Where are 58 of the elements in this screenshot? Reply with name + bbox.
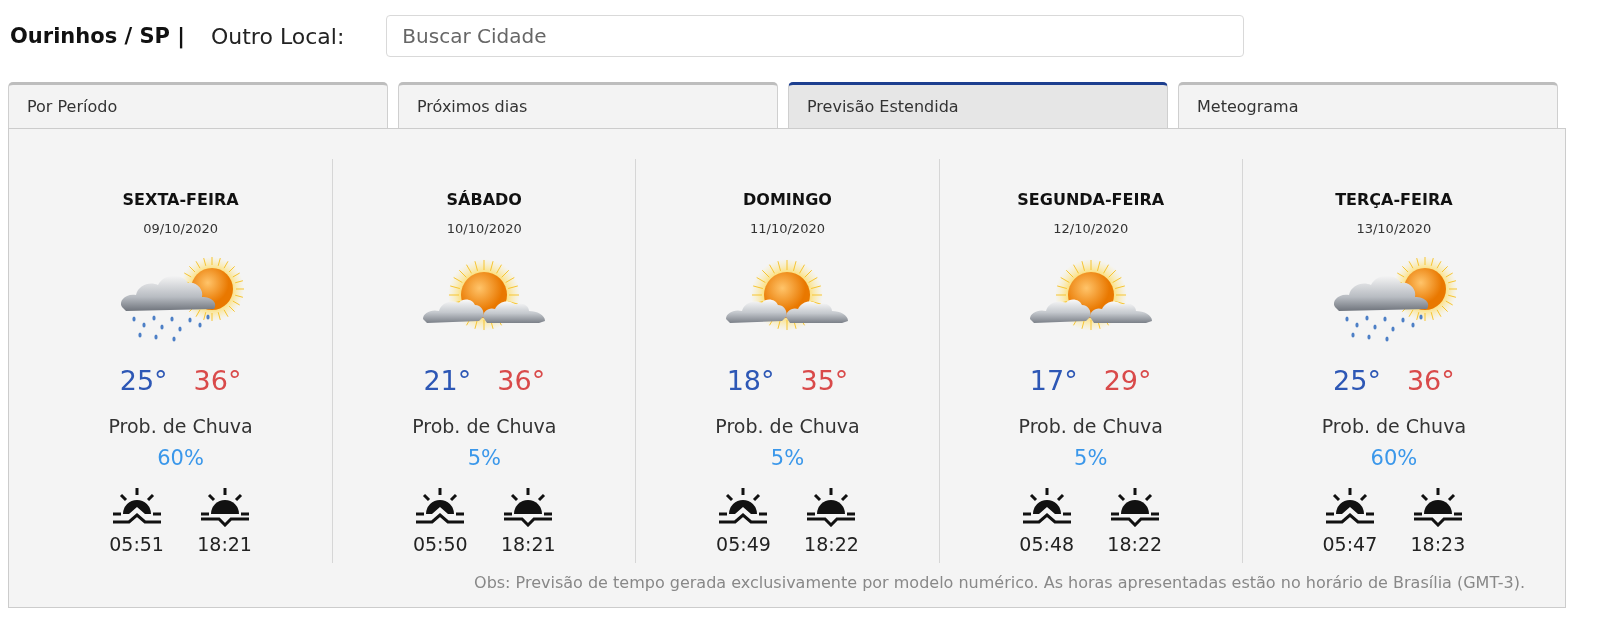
sunset-time: 18:21 [197, 533, 252, 555]
day-name: DOMINGO [743, 189, 832, 211]
sunrise-icon [717, 487, 770, 527]
day-name: SEXTA-FEIRA [122, 189, 239, 211]
rain-probability-value: 5% [1074, 445, 1108, 471]
max-temperature: 29° [1103, 364, 1152, 398]
sunrise-icon [1020, 487, 1073, 527]
rain-probability-label: Prob. de Chuva [412, 414, 557, 438]
footnote: Obs: Previsão de tempo gerada exclusivamente por modelo numérico. As horas apresentadas estão no horário de Brasília (GMT-3). [474, 573, 1525, 593]
sunset-icon [1108, 487, 1161, 527]
sunset-time: 18:22 [1107, 533, 1163, 555]
forecast-date: 12/10/2020 [1053, 221, 1129, 237]
max-temperature: 36° [193, 364, 242, 398]
rain-probability-value: 60% [157, 445, 204, 471]
day-name: SÁBADO [446, 189, 522, 211]
sunset-time: 18:21 [500, 533, 556, 555]
forecast-date: 09/10/2020 [143, 221, 219, 237]
min-temperature: 18° [726, 364, 775, 398]
sunset-icon [502, 487, 555, 527]
rain-probability-label: Prob. de Chuva [1018, 414, 1163, 438]
sunrise-time: 05:51 [109, 533, 164, 555]
sunset-icon [805, 487, 858, 527]
tab[interactable]: Por Período [8, 82, 388, 128]
sunset-time: 18:22 [804, 533, 859, 555]
sunrise-time: 05:50 [412, 533, 468, 555]
sunrise-time: 05:49 [716, 533, 771, 555]
sunset-icon [198, 487, 251, 527]
max-temperature: 36° [497, 364, 546, 398]
sunrise-time: 05:47 [1322, 533, 1378, 555]
rain-probability-label: Prob. de Chuva [715, 414, 860, 438]
location-title: Ourinhos / SP | [10, 24, 185, 48]
tab[interactable]: Meteograma [1178, 82, 1558, 128]
forecast-date: 13/10/2020 [1356, 221, 1432, 237]
min-temperature: 17° [1029, 364, 1078, 398]
other-location-label: Outro Local: [211, 23, 345, 49]
sunrise-icon [110, 487, 163, 527]
min-temperature: 25° [1333, 364, 1381, 398]
sunrise-icon [1323, 487, 1376, 527]
min-temperature: 21° [423, 364, 472, 398]
rain-probability-label: Prob. de Chuva [108, 414, 253, 438]
forecast-date: 11/10/2020 [750, 221, 825, 237]
rain-probability-value: 5% [770, 445, 805, 471]
sunset-time: 18:23 [1410, 533, 1466, 555]
rain-probability-value: 5% [467, 445, 501, 471]
rain-probability-label: Prob. de Chuva [1321, 414, 1467, 438]
day-name: TERÇA-FEIRA [1335, 189, 1453, 211]
search-field[interactable]: Buscar Cidade [386, 15, 1245, 57]
max-temperature: 35° [800, 364, 849, 398]
forecast-date: 10/10/2020 [446, 221, 522, 237]
min-temperature: 25° [119, 364, 168, 398]
tab[interactable]: Previsão Estendida [788, 82, 1168, 128]
sunset-icon [1411, 487, 1464, 527]
day-name: SEGUNDA-FEIRA [1017, 189, 1165, 211]
sunrise-icon [414, 487, 467, 527]
sunrise-time: 05:48 [1019, 533, 1075, 555]
rain-probability-value: 60% [1370, 445, 1418, 471]
max-temperature: 36° [1406, 364, 1455, 398]
tab[interactable]: Próximos dias [398, 82, 778, 128]
